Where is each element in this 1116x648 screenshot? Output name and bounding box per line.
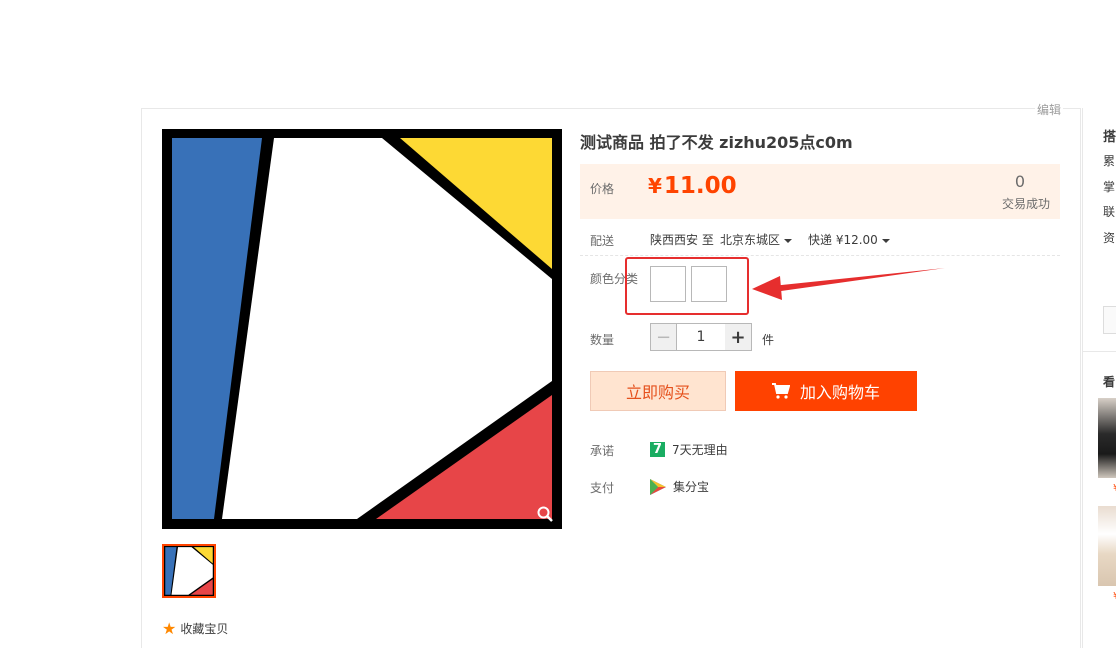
color-option-1[interactable]	[650, 266, 686, 302]
delivery-label: 配送	[590, 234, 615, 248]
quantity-label: 数量	[590, 333, 615, 347]
shop-info-line: 资	[1103, 231, 1116, 245]
buy-now-button[interactable]: 立即购买	[590, 371, 726, 411]
price-amount: 11.00	[663, 173, 737, 199]
seven-day-icon: 7	[650, 442, 665, 457]
thumbnail-1[interactable]	[162, 544, 216, 598]
main-product-image[interactable]	[162, 129, 562, 529]
favorite-button[interactable]: ★ 收藏宝贝	[162, 620, 228, 637]
add-to-cart-label: 加入购物车	[799, 383, 880, 402]
increment-button[interactable]: +	[725, 323, 752, 351]
deal-label: 交易成功	[1001, 197, 1050, 211]
cart-icon	[771, 383, 790, 399]
delivery-row: 配送 陕西西安 至 北京东城区 快递 ¥12.00	[580, 226, 1060, 256]
annotation-arrow	[752, 268, 945, 300]
price-label: 价格	[590, 182, 615, 196]
pay-text: 集分宝	[673, 480, 710, 494]
promise-text: 7天无理由	[672, 443, 728, 457]
destination-text: 北京东城区	[720, 233, 781, 247]
see-also-title: 看	[1103, 375, 1116, 389]
right-sidebar: 搭 累 掌 联 资 看 ¥ ¥	[1082, 108, 1116, 648]
shop-info-line: 联	[1103, 205, 1116, 219]
chevron-down-icon	[881, 238, 890, 243]
divider	[1083, 351, 1116, 352]
seven-day-return[interactable]: 7 7天无理由	[650, 441, 728, 458]
add-to-cart-button[interactable]: 加入购物车	[735, 371, 917, 411]
shop-title: 搭	[1103, 130, 1116, 145]
quantity-input[interactable]: 1	[677, 323, 725, 351]
price-panel: 价格 ¥11.00 0 交易成功	[580, 164, 1060, 219]
star-icon: ★	[162, 618, 177, 638]
currency-symbol: ¥	[648, 174, 662, 198]
product-title: 测试商品 拍了不发 zizhu205点c0m	[580, 133, 853, 152]
edit-link[interactable]: 编辑	[1035, 101, 1064, 118]
quantity-unit: 件	[762, 333, 775, 347]
color-option-2[interactable]	[691, 266, 727, 302]
shop-info-line: 累	[1103, 154, 1116, 168]
delivery-from: 陕西西安 至	[650, 233, 714, 247]
zoom-icon[interactable]	[536, 505, 554, 523]
pay-label: 支付	[590, 481, 615, 495]
shipping-method-select[interactable]: 快递 ¥12.00	[808, 231, 890, 248]
favorite-label: 收藏宝贝	[180, 622, 229, 636]
buy-now-label: 立即购买	[625, 383, 690, 402]
decrement-button[interactable]: −	[650, 323, 677, 351]
shop-button[interactable]	[1103, 306, 1116, 334]
delivery-destination-select[interactable]: 北京东城区	[720, 231, 793, 248]
annotation-highlight-box	[625, 257, 749, 315]
payment-method[interactable]: 集分宝	[650, 478, 709, 495]
shipping-text: 快递 ¥12.00	[808, 233, 878, 247]
jifenbao-icon	[650, 478, 666, 495]
recommended-item-image[interactable]	[1098, 398, 1116, 478]
deal-count: 0	[1014, 172, 1025, 191]
recommended-item-image[interactable]	[1098, 506, 1116, 586]
chevron-down-icon	[784, 238, 793, 243]
quantity-stepper: − 1 +	[650, 323, 752, 351]
shop-info-line: 掌	[1103, 180, 1116, 194]
price-value: ¥11.00	[648, 173, 737, 199]
promise-label: 承诺	[590, 444, 615, 458]
